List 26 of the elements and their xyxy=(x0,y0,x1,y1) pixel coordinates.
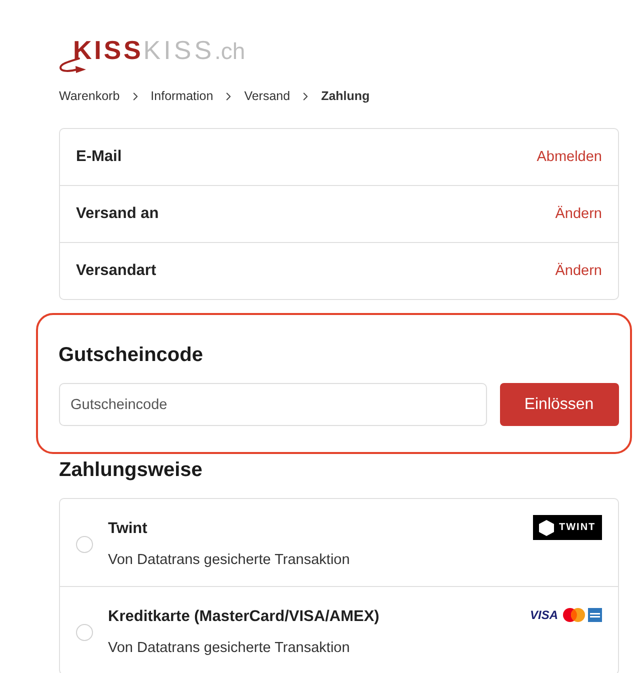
payment-method-name: Twint xyxy=(108,519,148,539)
visa-wordmark: VISA xyxy=(530,608,558,622)
summary-label: Versand an xyxy=(76,205,159,223)
breadcrumb-link[interactable]: Warenkorb xyxy=(59,88,120,104)
summary-action-link[interactable]: Abmelden xyxy=(536,149,602,165)
radio-button[interactable] xyxy=(76,624,93,640)
overlapping-circles-icon xyxy=(563,608,585,622)
hexagon-icon xyxy=(539,520,554,536)
breadcrumb-link[interactable]: Versand xyxy=(244,88,290,104)
payment-method-note: Von Datatrans gesicherte Transaktion xyxy=(108,551,350,569)
coupon-input[interactable]: Gutscheincode xyxy=(58,383,486,426)
breadcrumb-current-step: Zahlung xyxy=(321,88,370,104)
card-logo-icon xyxy=(588,608,602,622)
coupon-heading: Gutscheincode xyxy=(58,344,203,366)
logo-wordmark[interactable]: KISSKISS.ch xyxy=(73,37,246,68)
summary-action-link[interactable]: Ändern xyxy=(555,263,602,279)
breadcrumb-link[interactable]: Information xyxy=(150,88,214,104)
summary-label: Versandart xyxy=(76,262,156,280)
payment-method-name: Kreditkarte (MasterCard/VISA/AMEX) xyxy=(108,607,380,627)
payment-heading: Zahlungsweise xyxy=(59,459,202,481)
radio-button[interactable] xyxy=(76,536,93,552)
redeem-button[interactable]: Einlössen xyxy=(500,383,618,426)
summary-action-link[interactable]: Ändern xyxy=(555,206,602,222)
summary-label: E-Mail xyxy=(76,148,122,166)
payment-method-note: Von Datatrans gesicherte Transaktion xyxy=(108,639,350,657)
twint-wordmark: TWINT xyxy=(559,522,596,534)
